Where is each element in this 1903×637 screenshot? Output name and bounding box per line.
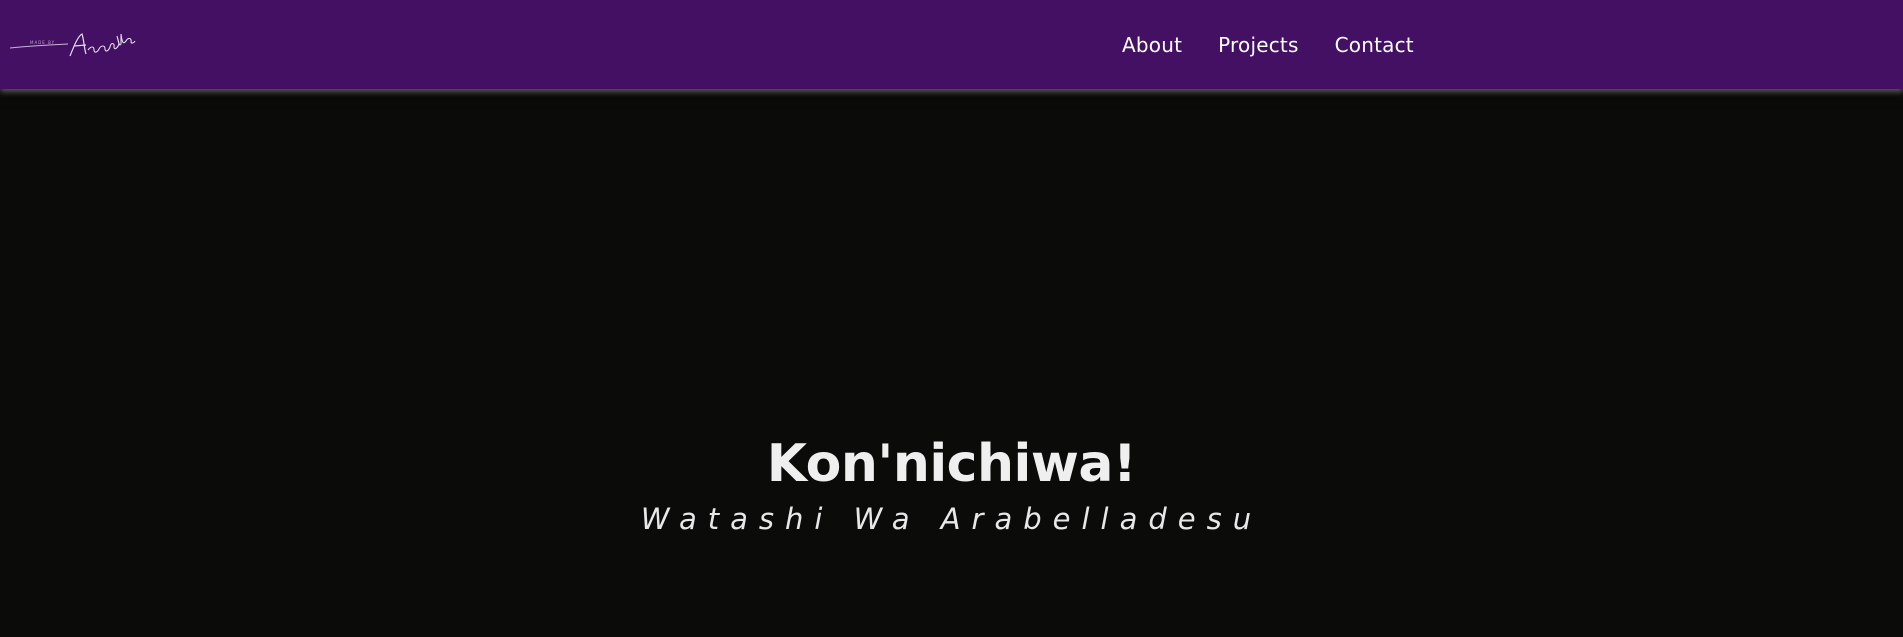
nav-menu: About Projects Contact [1122, 0, 1450, 89]
arabella-signature-logo: MADE BY [9, 33, 136, 57]
nav-link-contact[interactable]: Contact [1335, 33, 1414, 57]
hero-subtitle: Watashi Wa Arabelladesu [640, 502, 1263, 536]
nav-link-about[interactable]: About [1122, 33, 1182, 57]
hero-title: Kon'nichiwa! [766, 434, 1137, 494]
nav-link-projects[interactable]: Projects [1218, 33, 1298, 57]
svg-text:MADE BY: MADE BY [30, 40, 55, 45]
navbar: MADE BY About Projects Contact [0, 0, 1903, 89]
logo-link[interactable]: MADE BY [8, 26, 148, 66]
hero-section: Kon'nichiwa! Watashi Wa Arabelladesu [0, 89, 1903, 637]
